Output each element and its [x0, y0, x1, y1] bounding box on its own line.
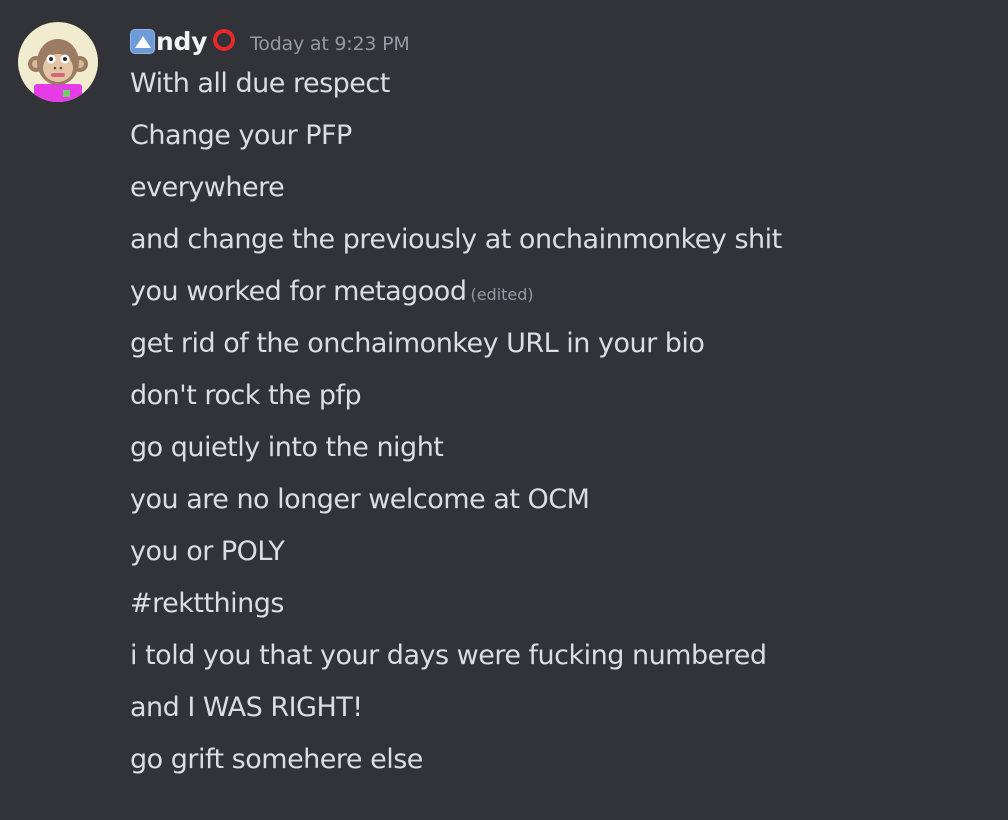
message-text: you or POLY — [130, 536, 285, 567]
up-button-icon — [130, 28, 155, 54]
message-text: get rid of the onchaimonkey URL in your … — [130, 328, 705, 359]
message-line: #rektthings — [130, 584, 782, 636]
message-text: don't rock the pfp — [130, 380, 362, 411]
message-line: you are no longer welcome at OCM — [130, 480, 782, 532]
message-list: With all due respect Change your PFP eve… — [130, 64, 782, 792]
message-text: everywhere — [130, 172, 285, 203]
monkey-avatar-icon — [18, 22, 98, 102]
message-text: i told you that your days were fucking n… — [130, 640, 767, 671]
message-text: go quietly into the night — [130, 432, 444, 463]
message-line: With all due respect — [130, 64, 782, 116]
message-line: get rid of the onchaimonkey URL in your … — [130, 324, 782, 376]
message-text: and change the previously at onchainmonk… — [130, 224, 782, 255]
message-line: don't rock the pfp — [130, 376, 782, 428]
message-text: With all due respect — [130, 68, 390, 99]
chat-message-group: ndy Today at 9:23 PM With all due respec… — [0, 0, 1008, 820]
edited-tag: (edited) — [470, 285, 534, 304]
message-line: i told you that your days were fucking n… — [130, 636, 782, 688]
message-line: you worked for metagood (edited) — [130, 272, 782, 324]
message-line: everywhere — [130, 168, 782, 220]
message-line: Change your PFP — [130, 116, 782, 168]
message-line: you or POLY — [130, 532, 782, 584]
message-text: go grift somehere else — [130, 744, 423, 775]
message-line: go grift somehere else — [130, 740, 782, 792]
message-line: and change the previously at onchainmonk… — [130, 220, 782, 272]
message-text: Change your PFP — [130, 120, 352, 151]
username[interactable]: ndy — [156, 27, 207, 56]
message-text: and I WAS RIGHT! — [130, 692, 363, 723]
message-text: #rektthings — [130, 588, 284, 619]
timestamp[interactable]: Today at 9:23 PM — [250, 33, 410, 55]
hollow-red-circle-icon — [213, 29, 236, 51]
message-header: ndy Today at 9:23 PM — [130, 24, 410, 58]
message-line: go quietly into the night — [130, 428, 782, 480]
avatar[interactable] — [18, 22, 98, 102]
message-text: you are no longer welcome at OCM — [130, 484, 590, 515]
message-line: and I WAS RIGHT! — [130, 688, 782, 740]
message-text: you worked for metagood — [130, 276, 467, 307]
